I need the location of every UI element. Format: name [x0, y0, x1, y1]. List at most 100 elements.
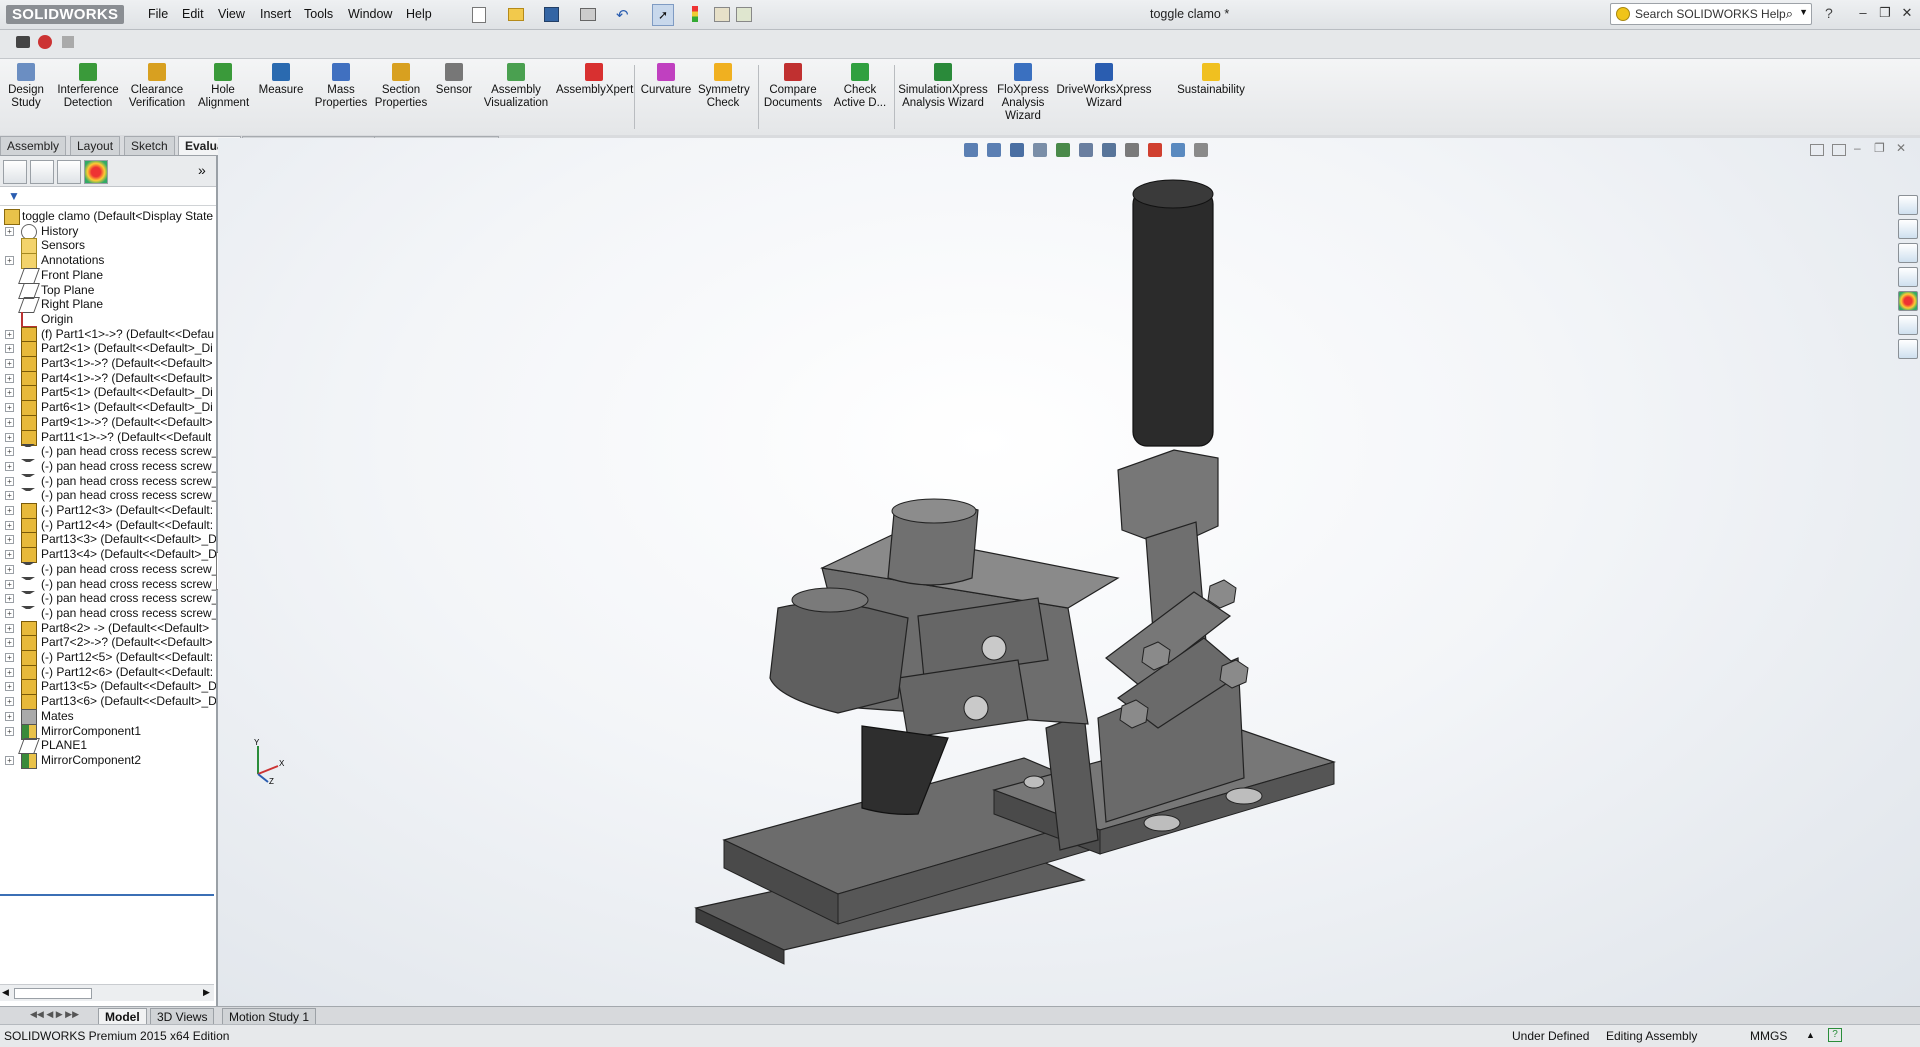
expand-panel-icon[interactable]: » [198, 162, 206, 178]
expand-icon[interactable]: + [5, 417, 14, 427]
close-icon[interactable]: ✕ [1899, 6, 1915, 20]
resources-icon[interactable] [1898, 219, 1918, 239]
appearances-icon[interactable] [1898, 291, 1918, 311]
design-library-icon[interactable] [1898, 243, 1918, 263]
expand-icon[interactable]: + [5, 697, 14, 707]
help-icon[interactable]: ? [1825, 5, 1833, 21]
new-document-icon[interactable] [472, 7, 486, 23]
save-icon[interactable] [544, 7, 559, 22]
custom-properties-icon[interactable] [1898, 315, 1918, 335]
camera-icon[interactable] [16, 36, 30, 48]
command-design-study[interactable]: Design Study [4, 63, 48, 110]
print-icon[interactable] [580, 8, 596, 21]
tree-item[interactable]: + MirrorComponent2 [0, 751, 216, 769]
expand-icon[interactable]: + [5, 653, 14, 662]
menu-insert[interactable]: Insert [260, 7, 291, 21]
expand-icon[interactable]: + [5, 755, 14, 765]
units-dropdown-icon[interactable]: ▲ [1806, 1030, 1815, 1040]
search-input[interactable]: Search SOLIDWORKS Help ⌕ ▼ [1610, 3, 1812, 25]
menu-view[interactable]: View [218, 7, 245, 21]
expand-icon[interactable]: + [5, 726, 14, 736]
command-section-properties[interactable]: Section Properties [370, 63, 432, 110]
expand-icon[interactable]: + [5, 491, 14, 501]
command-sensor[interactable]: Sensor [432, 63, 476, 97]
expand-icon[interactable]: + [5, 226, 14, 236]
command-symmetry[interactable]: Symmetry Check [698, 63, 750, 110]
scroll-right-icon[interactable]: ▶ [203, 987, 210, 998]
expand-icon[interactable]: + [5, 506, 14, 515]
expand-icon[interactable]: + [5, 344, 14, 354]
expand-icon[interactable]: + [5, 608, 14, 618]
command-sustainability[interactable]: Sustainability [1168, 63, 1254, 97]
property-manager-tab-icon[interactable] [30, 160, 54, 184]
expand-icon[interactable]: + [5, 579, 14, 589]
minimize-icon[interactable]: – [1855, 6, 1871, 20]
horizontal-scrollbar[interactable]: ◀ ▶ [0, 984, 214, 1001]
tab-layout[interactable]: Layout [70, 136, 121, 155]
units-selector[interactable]: MMGS [1750, 1029, 1787, 1043]
scroll-left-icon[interactable]: ◀ [2, 987, 9, 998]
expand-icon[interactable]: + [5, 403, 14, 413]
select-icon[interactable]: ➚ [652, 4, 674, 26]
help-status-icon[interactable]: ? [1828, 1028, 1842, 1042]
rebuild-icon[interactable] [692, 6, 698, 22]
forum-icon[interactable] [1898, 339, 1918, 359]
menu-edit[interactable]: Edit [182, 7, 204, 21]
expand-icon[interactable]: + [5, 256, 14, 266]
command-mass-properties[interactable]: Mass Properties [310, 63, 372, 110]
stop-icon[interactable] [62, 36, 74, 48]
expand-icon[interactable]: + [5, 373, 14, 383]
command-clearance[interactable]: Clearance Verification [126, 63, 188, 110]
expand-icon[interactable]: + [5, 638, 14, 648]
dropdown-arrow-icon[interactable]: ▼ [1799, 7, 1808, 17]
file-explorer-icon[interactable] [1898, 267, 1918, 287]
tab-sketch[interactable]: Sketch [124, 136, 175, 155]
tab-scroll-icon[interactable]: ◀◀ ◀ ▶ ▶▶ [30, 1009, 79, 1020]
command-hole-alignment[interactable]: Hole Alignment [198, 63, 249, 110]
command-assembly-visualization[interactable]: Assembly Visualization [478, 63, 554, 110]
menu-window[interactable]: Window [348, 7, 392, 21]
tab-assembly[interactable]: Assembly [0, 136, 67, 155]
expand-icon[interactable]: + [5, 682, 14, 692]
filter-icon[interactable]: ▼ [8, 189, 20, 203]
expand-icon[interactable]: + [5, 550, 14, 560]
open-icon[interactable] [508, 8, 524, 21]
feature-tree-tab-icon[interactable] [3, 160, 27, 184]
expand-icon[interactable]: + [5, 329, 14, 339]
appearance-tab-icon[interactable] [84, 160, 108, 184]
command-check[interactable]: Check Active D... [832, 63, 888, 110]
home-icon[interactable] [1898, 195, 1918, 215]
record-icon[interactable] [38, 35, 52, 49]
expand-icon[interactable]: + [5, 564, 14, 574]
options-icon[interactable] [736, 7, 752, 22]
file-properties-icon[interactable] [714, 7, 730, 22]
expand-icon[interactable]: + [5, 359, 14, 368]
restore-icon[interactable]: ❐ [1877, 6, 1893, 20]
command-assemblyxpert[interactable]: AssemblyXpert [556, 63, 633, 97]
scroll-thumb[interactable] [14, 988, 92, 999]
command-compare[interactable]: Compare Documents [762, 63, 824, 110]
toggle-clamp-model[interactable] [218, 138, 1920, 1006]
expand-icon[interactable]: + [5, 594, 14, 604]
configuration-tab-icon[interactable] [57, 160, 81, 184]
command-simulation[interactable]: SimulationXpress Analysis Wizard [896, 63, 990, 110]
expand-icon[interactable]: + [5, 388, 14, 398]
expand-icon[interactable]: + [5, 447, 14, 457]
expand-icon[interactable]: + [5, 461, 14, 471]
command-floxpress[interactable]: FloXpress Analysis Wizard [992, 63, 1054, 123]
expand-icon[interactable]: + [5, 667, 14, 677]
expand-icon[interactable]: + [5, 535, 14, 545]
undo-icon[interactable]: ↶ [616, 6, 629, 24]
menu-file[interactable]: File [148, 7, 168, 21]
expand-icon[interactable]: + [5, 520, 14, 530]
expand-icon[interactable]: + [5, 476, 14, 486]
menu-help[interactable]: Help [406, 7, 432, 21]
command-measure[interactable]: Measure [256, 63, 306, 97]
graphics-area[interactable]: – ❐ ✕ Y X Z [218, 138, 1920, 1006]
expand-icon[interactable]: + [5, 711, 14, 721]
command-interference[interactable]: Interference Detection [54, 63, 122, 110]
menu-tools[interactable]: Tools [304, 7, 333, 21]
expand-icon[interactable]: + [5, 623, 14, 633]
expand-icon[interactable]: + [5, 432, 14, 442]
command-curvature[interactable]: Curvature [640, 63, 692, 97]
